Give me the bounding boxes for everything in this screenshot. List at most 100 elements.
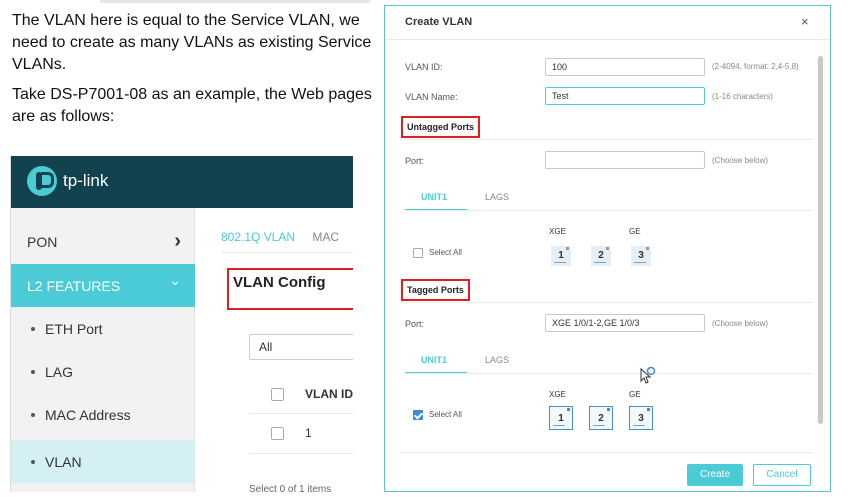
vlan-id-cell: 1: [305, 426, 312, 440]
chevron-right-icon: ›: [174, 230, 181, 252]
bullet-icon: [31, 369, 35, 374]
untagged-port-input[interactable]: [545, 151, 705, 169]
tab-lags-untagged[interactable]: LAGS: [485, 192, 509, 202]
tagged-port-1[interactable]: 1: [549, 406, 573, 430]
tab-divider: [405, 210, 813, 211]
instruction-paragraph-2: Take DS-P7001-08 as an example, the Web …: [12, 86, 372, 125]
sidebar-item-label: VLAN: [45, 453, 82, 470]
tp-link-logo[interactable]: tp-link: [27, 166, 108, 196]
main-content: 802.1Q VLAN MAC VLAN Config All VLAN ID …: [195, 208, 353, 492]
tagged-port-label: Port:: [405, 319, 425, 329]
tagged-port-3[interactable]: 3: [629, 406, 653, 430]
table-header: VLAN ID: [249, 376, 353, 414]
port-number: 2: [598, 250, 604, 261]
sidebar-item-label: MAC Address: [45, 406, 131, 423]
vlan-name-label: VLAN Name:: [405, 92, 458, 102]
vlan-id-hint: (2-4094, format: 2,4-5,8): [712, 62, 799, 71]
dialog-header: Create VLAN ×: [385, 6, 830, 40]
section-divider: [401, 139, 813, 140]
dialog-scrollbar[interactable]: [818, 56, 823, 424]
chevron-down-icon: ⌄: [169, 272, 181, 288]
instructions-text: The VLAN here is equal to the Service VL…: [12, 10, 382, 136]
port-notch: [646, 247, 649, 250]
port-underline: [594, 262, 606, 263]
sidebar-item-label: PON: [27, 233, 58, 250]
port-number: 1: [558, 413, 564, 424]
bullet-icon: [31, 459, 35, 464]
sidebar-item-l2-features[interactable]: L2 FEATURES ⌄: [11, 264, 195, 307]
tab-unit1-tagged[interactable]: UNIT1: [421, 355, 447, 365]
sidebar-item-label: L2 FEATURES: [27, 277, 121, 294]
cancel-button[interactable]: Cancel: [753, 464, 811, 486]
port-number: 3: [638, 250, 644, 261]
top-divider: [100, 0, 370, 3]
tab-lags-tagged[interactable]: LAGS: [485, 355, 509, 365]
mouse-cursor-icon: [640, 366, 656, 384]
port-number: 2: [598, 413, 604, 424]
tagged-port-input[interactable]: XGE 1/0/1-2,GE 1/0/3: [545, 314, 705, 332]
untagged-port-hint: (Choose below): [712, 156, 769, 165]
vlan-name-input[interactable]: Test: [545, 87, 705, 105]
filter-select[interactable]: All: [249, 334, 353, 360]
tagged-port-hint: (Choose below): [712, 319, 769, 328]
port-underline: [634, 262, 646, 263]
tab-divider: [405, 373, 813, 374]
tab-802-1q-vlan[interactable]: 802.1Q VLAN: [221, 230, 295, 244]
port-notch: [647, 408, 650, 411]
untagged-port-label: Port:: [405, 156, 425, 166]
group-label-xge: XGE: [549, 227, 566, 236]
port-number: 3: [638, 413, 644, 424]
group-label-ge: GE: [629, 390, 641, 399]
sidebar-item-eth-port[interactable]: ETH Port: [11, 307, 195, 350]
select-all-checkbox[interactable]: [271, 388, 284, 401]
web-ui-screenshot: tp-link PON › L2 FEATURES ⌄ ETH Port LAG…: [10, 156, 353, 492]
sidebar-item-lag[interactable]: LAG: [11, 350, 195, 393]
tabs-divider: [221, 252, 353, 253]
tab-mac[interactable]: MAC: [312, 230, 339, 244]
tagged-select-all-checkbox[interactable]: [413, 410, 423, 420]
port-notch: [566, 247, 569, 250]
untagged-select-all-checkbox[interactable]: [413, 248, 423, 258]
page-title: VLAN Config: [233, 274, 326, 291]
create-button[interactable]: Create: [687, 464, 743, 486]
sidebar-item-label: ETH Port: [45, 320, 103, 337]
port-underline: [633, 425, 645, 426]
untagged-port-1[interactable]: 1: [551, 246, 571, 266]
brand-bar: tp-link: [11, 156, 353, 208]
instruction-paragraph-1: The VLAN here is equal to the Service VL…: [12, 12, 372, 73]
vlan-id-label: VLAN ID:: [405, 62, 443, 72]
tab-unit1-untagged[interactable]: UNIT1: [421, 192, 447, 202]
close-icon[interactable]: ×: [801, 14, 809, 29]
brand-name: tp-link: [63, 171, 109, 190]
port-number: 1: [558, 250, 564, 261]
group-label-xge: XGE: [549, 390, 566, 399]
tagged-select-all-label: Select All: [429, 410, 462, 419]
create-vlan-dialog: Create VLAN × VLAN ID: 100 (2-4094, form…: [384, 5, 831, 492]
tagged-port-2[interactable]: 2: [589, 406, 613, 430]
selection-info: Select 0 of 1 items: [249, 484, 332, 492]
table-row[interactable]: 1: [249, 414, 353, 454]
port-underline: [553, 425, 565, 426]
sidebar-item-pon[interactable]: PON ›: [11, 220, 195, 263]
bullet-icon: [31, 326, 35, 331]
untagged-port-3[interactable]: 3: [631, 246, 651, 266]
dialog-title: Create VLAN: [405, 16, 473, 28]
sidebar-item-label: LAG: [45, 363, 74, 380]
untagged-select-all-label: Select All: [429, 248, 462, 257]
port-notch: [607, 408, 610, 411]
footer-divider: [401, 452, 813, 453]
port-underline: [593, 425, 605, 426]
tagged-ports-label: Tagged Ports: [401, 279, 470, 301]
vlan-id-input[interactable]: 100: [545, 58, 705, 76]
row-checkbox[interactable]: [271, 427, 284, 440]
sidebar: PON › L2 FEATURES ⌄ ETH Port LAG MAC Add…: [11, 208, 195, 492]
sidebar-item-vlan[interactable]: VLAN: [11, 440, 195, 483]
port-notch: [606, 247, 609, 250]
untagged-port-2[interactable]: 2: [591, 246, 611, 266]
tp-link-logo-icon: [27, 166, 57, 196]
column-header-vlan-id: VLAN ID: [305, 387, 353, 401]
untagged-ports-label: Untagged Ports: [401, 116, 481, 138]
vlan-name-hint: (1-16 characters): [712, 92, 773, 101]
bullet-icon: [31, 412, 35, 417]
sidebar-item-mac-address[interactable]: MAC Address: [11, 393, 195, 436]
